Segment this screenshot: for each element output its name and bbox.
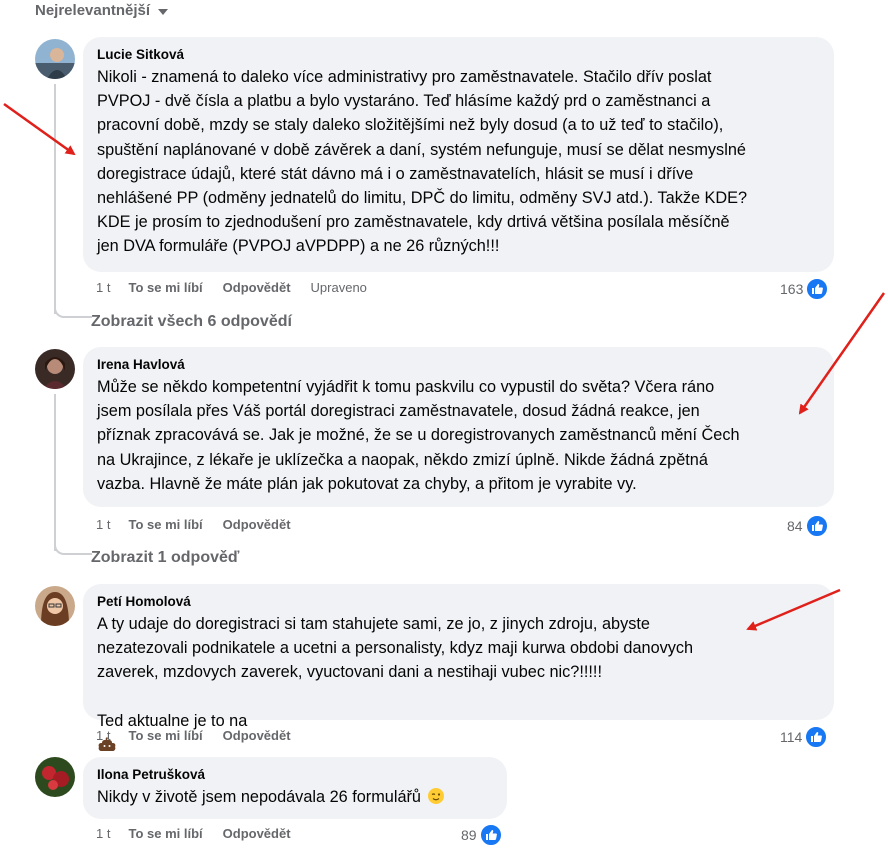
comment-author[interactable]: Petí Homolová (97, 593, 822, 611)
reply-link[interactable]: Odpovědět (223, 728, 291, 743)
comment-bubble: Lucie Sitková Nikoli - znamená to daleko… (83, 37, 834, 272)
reaction-number: 84 (787, 518, 803, 534)
comment-author[interactable]: Lucie Sitková (97, 46, 822, 64)
reaction-count[interactable]: 163 (780, 277, 830, 301)
comment-bubble: Petí Homolová A ty udaje do doregistraci… (83, 584, 834, 778)
comment-text: Nikoli - znamená to daleko více administ… (97, 68, 748, 256)
like-link[interactable]: To se mi líbí (128, 826, 202, 841)
avatar[interactable] (35, 39, 75, 79)
like-link[interactable]: To se mi líbí (128, 280, 202, 295)
comment-time[interactable]: 1 t (96, 728, 110, 743)
comment-text: Nikdy v životě jsem nepodávala 26 formul… (97, 785, 495, 809)
comment-author[interactable]: Irena Havlová (97, 356, 822, 374)
edited-label: Upraveno (310, 280, 367, 295)
comment-bubble: Ilona Petrušková Nikdy v životě jsem nep… (83, 757, 507, 819)
sort-dropdown[interactable]: Nejrelevantnější (35, 2, 169, 19)
like-icon (804, 514, 829, 538)
comment-time[interactable]: 1 t (96, 517, 110, 532)
reaction-number: 89 (461, 827, 477, 843)
reaction-count[interactable]: 84 (787, 514, 829, 538)
reaction-count[interactable]: 89 (461, 823, 503, 847)
avatar[interactable] (35, 349, 75, 389)
comment-actions: 1 t To se mi líbí Odpovědět (96, 517, 291, 532)
thread-elbow (54, 543, 92, 555)
comment-time[interactable]: 1 t (96, 280, 110, 295)
thread-line (54, 394, 56, 551)
like-link[interactable]: To se mi líbí (128, 728, 202, 743)
avatar[interactable] (35, 586, 75, 626)
like-icon (805, 277, 830, 301)
reply-link[interactable]: Odpovědět (223, 280, 291, 295)
thread-elbow (54, 306, 92, 318)
reaction-count[interactable]: 114 (780, 725, 829, 749)
comment-actions: 1 t To se mi líbí Odpovědět (96, 826, 291, 841)
view-replies-link[interactable]: Zobrazit všech 6 odpovědí (91, 313, 292, 331)
like-link[interactable]: To se mi líbí (128, 517, 202, 532)
avatar[interactable] (35, 757, 75, 797)
comment-text: A ty udaje do doregistraci si tam stahuj… (97, 615, 694, 682)
reaction-number: 163 (780, 281, 804, 297)
like-icon (804, 725, 829, 749)
reply-link[interactable]: Odpovědět (223, 517, 291, 532)
thread-line (54, 84, 56, 314)
winking-face-icon (427, 788, 444, 804)
comment-text: Může se někdo kompetentní vyjádřit k tom… (97, 378, 740, 493)
like-icon (478, 823, 503, 847)
comment-actions: 1 t To se mi líbí Odpovědět (96, 728, 291, 743)
reaction-number: 114 (780, 729, 803, 745)
annotation-arrow (3, 102, 76, 156)
comment-bubble: Irena Havlová Může se někdo kompetentní … (83, 347, 834, 507)
chevron-down-icon (158, 8, 169, 15)
comment-author[interactable]: Ilona Petrušková (97, 766, 495, 784)
reply-link[interactable]: Odpovědět (223, 826, 291, 841)
comment-time[interactable]: 1 t (96, 826, 110, 841)
comment-text-content: Nikdy v životě jsem nepodávala 26 formul… (97, 788, 421, 806)
comment-actions: 1 t To se mi líbí Odpovědět Upraveno (96, 280, 367, 295)
view-replies-link[interactable]: Zobrazit 1 odpověď (91, 549, 239, 567)
sort-label: Nejrelevantnější (35, 2, 151, 19)
